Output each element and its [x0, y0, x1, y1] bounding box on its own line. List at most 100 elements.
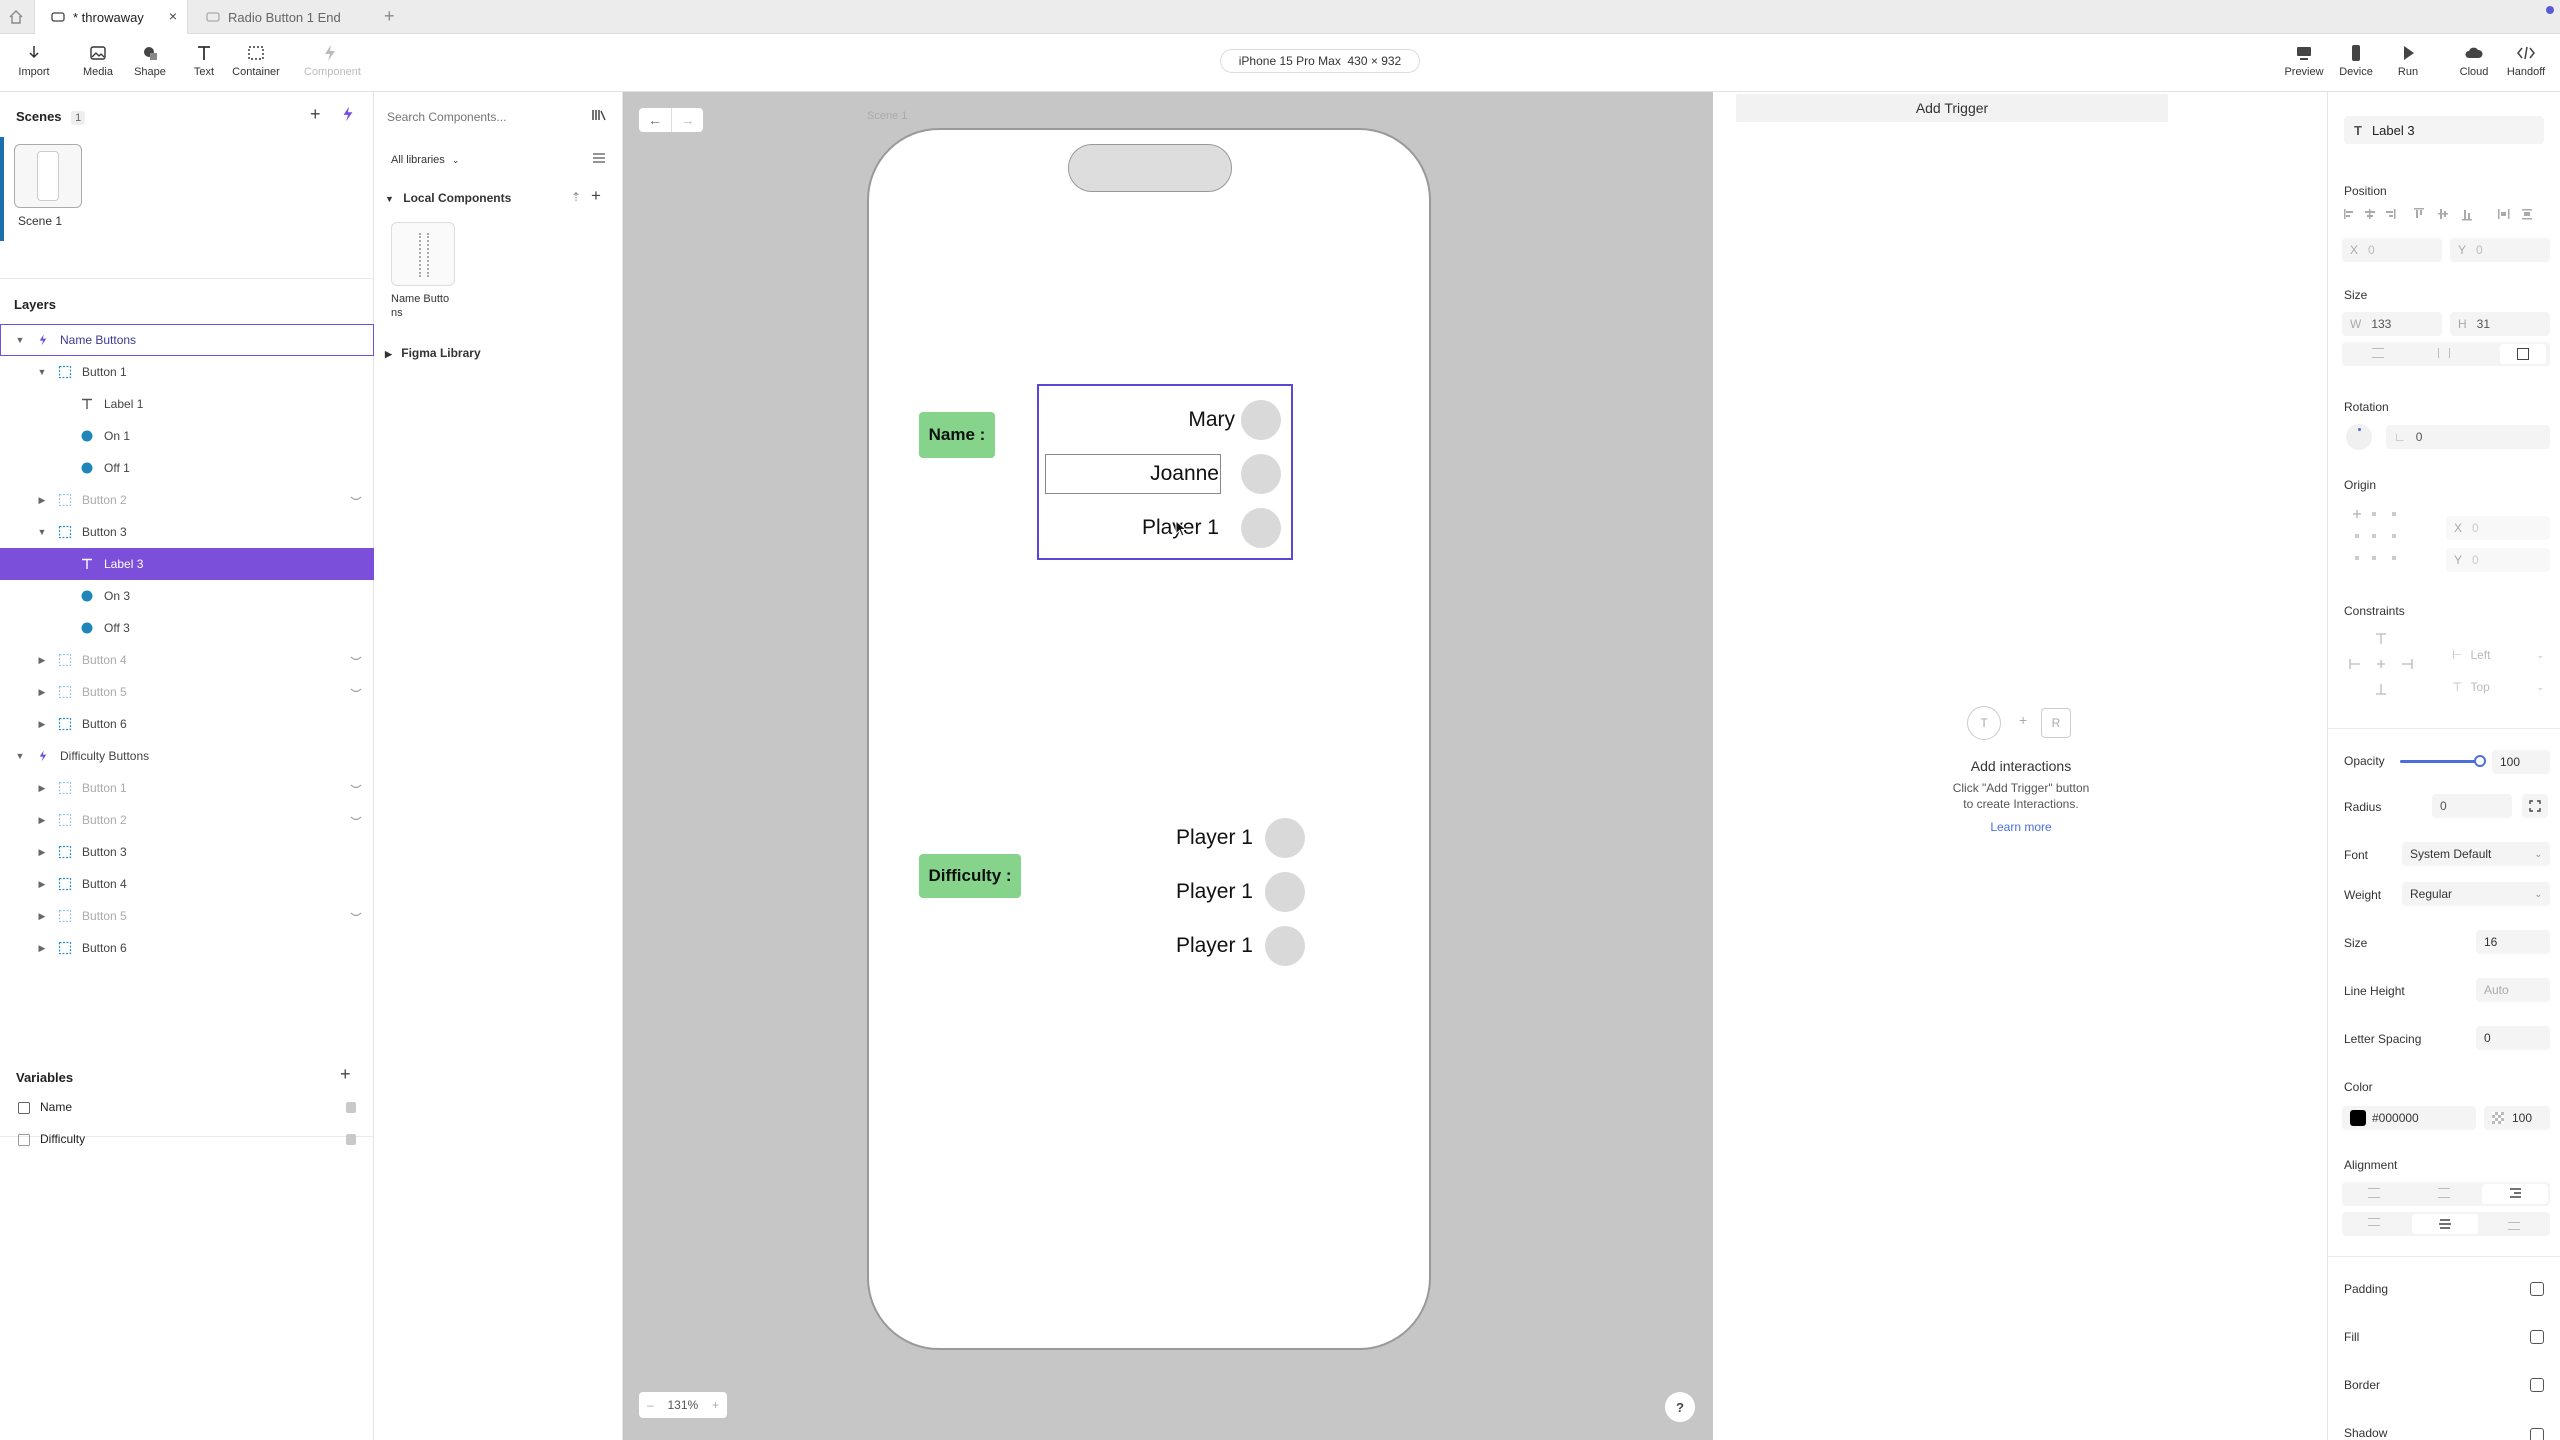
- layer-row[interactable]: ▶ Button 2: [0, 804, 374, 836]
- align-toolbar[interactable]: [2342, 206, 2550, 222]
- chevron-right-icon[interactable]: ▶: [36, 654, 48, 666]
- hidden-eye-icon[interactable]: [350, 815, 362, 823]
- padding-checkbox[interactable]: [2530, 1282, 2544, 1296]
- letter-spacing-field[interactable]: 0: [2476, 1026, 2550, 1050]
- library-filter[interactable]: All libraries ⌄: [391, 154, 459, 166]
- new-tab-icon[interactable]: +: [384, 6, 395, 27]
- zoom-in-button[interactable]: +: [712, 1398, 719, 1412]
- chevron-down-icon[interactable]: ▼: [14, 750, 26, 762]
- add-trigger-button[interactable]: Add Trigger: [1736, 94, 2168, 122]
- device-selector[interactable]: iPhone 15 Pro Max 430 × 932: [1220, 49, 1420, 73]
- delete-icon[interactable]: [346, 1134, 356, 1145]
- add-component-icon[interactable]: +: [591, 186, 601, 206]
- layer-row[interactable]: ▶ Button 6: [0, 932, 374, 964]
- layer-row[interactable]: Off 1: [0, 452, 374, 484]
- run-button[interactable]: Run: [2382, 44, 2434, 78]
- layer-row[interactable]: ▶ Button 2: [0, 484, 374, 516]
- align-left-icon[interactable]: [2368, 1188, 2380, 1198]
- canvas[interactable]: ← → Scene 1 Name : Mary Joanne Player 1: [623, 92, 1713, 1440]
- figma-library-header[interactable]: ▶ Figma Library: [385, 346, 481, 360]
- variable-row-difficulty[interactable]: Difficulty: [0, 1124, 374, 1156]
- preview-button[interactable]: Preview: [2278, 44, 2330, 78]
- add-variable-icon[interactable]: +: [340, 1064, 351, 1085]
- layer-row[interactable]: Label 1: [0, 388, 374, 420]
- origin-x-field[interactable]: X0: [2446, 516, 2550, 540]
- forward-button[interactable]: →: [671, 108, 703, 132]
- fill-icon[interactable]: [2438, 348, 2450, 358]
- layer-row[interactable]: Off 3: [0, 612, 374, 644]
- hidden-eye-icon[interactable]: [350, 911, 362, 919]
- opacity-slider-thumb[interactable]: [2474, 755, 2486, 767]
- media-button[interactable]: Media: [72, 44, 124, 78]
- container-button[interactable]: Container: [230, 44, 282, 78]
- chevron-right-icon[interactable]: ▶: [36, 878, 48, 890]
- position-y-field[interactable]: Y0: [2450, 238, 2550, 262]
- scene-flow-icon[interactable]: [340, 106, 356, 122]
- name-option-row[interactable]: Player 1: [1045, 506, 1285, 550]
- delete-icon[interactable]: [346, 1102, 356, 1113]
- variable-row-name[interactable]: Name: [0, 1092, 374, 1124]
- chevron-down-icon[interactable]: ▼: [36, 366, 48, 378]
- chevron-right-icon[interactable]: ▶: [36, 942, 48, 954]
- radio-off-circle[interactable]: [1265, 818, 1305, 858]
- constraints-widget[interactable]: [2348, 632, 2414, 696]
- sizing-mode-toggle[interactable]: [2342, 342, 2550, 366]
- layer-row[interactable]: ▶ Button 4: [0, 644, 374, 676]
- layer-row[interactable]: ▶ Button 5: [0, 900, 374, 932]
- independent-corners-icon[interactable]: [2522, 794, 2548, 818]
- chevron-right-icon[interactable]: ▶: [36, 686, 48, 698]
- color-opacity-field[interactable]: 100: [2484, 1106, 2550, 1130]
- import-button[interactable]: Import: [8, 44, 60, 78]
- local-components-header[interactable]: ▼ Local Components: [385, 191, 511, 205]
- layer-row[interactable]: On 1: [0, 420, 374, 452]
- difficulty-option-row[interactable]: Player 1: [1109, 924, 1309, 968]
- radius-field[interactable]: 0: [2432, 794, 2512, 818]
- zoom-level[interactable]: 131%: [667, 1398, 698, 1412]
- layer-row[interactable]: ▼ Difficulty Buttons: [0, 740, 374, 772]
- chevron-right-icon[interactable]: ▶: [36, 910, 48, 922]
- chevron-right-icon[interactable]: ▶: [36, 782, 48, 794]
- chevron-right-icon[interactable]: ▶: [36, 718, 48, 730]
- radio-off-circle[interactable]: [1265, 926, 1305, 966]
- layer-row[interactable]: ▶ Button 5: [0, 676, 374, 708]
- scene-thumbnail[interactable]: [14, 144, 82, 208]
- difficulty-option-row[interactable]: Player 1: [1109, 870, 1309, 914]
- zoom-out-button[interactable]: –: [647, 1398, 654, 1412]
- opacity-slider-track[interactable]: [2400, 755, 2486, 767]
- constraint-horizontal-select[interactable]: ⊢ Left ⌄: [2446, 644, 2550, 666]
- list-view-icon[interactable]: [591, 152, 607, 166]
- rotation-field[interactable]: ∟ 0: [2386, 425, 2550, 449]
- layer-row[interactable]: ▼ Button 3: [0, 516, 374, 548]
- device-button[interactable]: Device: [2330, 44, 2382, 78]
- tab-throwaway[interactable]: * throwaway ×: [34, 0, 188, 34]
- hug-icon[interactable]: [2372, 348, 2384, 358]
- origin-grid[interactable]: [2350, 508, 2400, 564]
- text-button[interactable]: Text: [178, 44, 230, 78]
- difficulty-label-chip[interactable]: Difficulty :: [919, 854, 1021, 898]
- weight-select[interactable]: Regular ⌄: [2402, 882, 2550, 906]
- width-field[interactable]: W 133: [2342, 312, 2442, 336]
- font-size-field[interactable]: 16: [2476, 930, 2550, 954]
- color-swatch[interactable]: [2350, 1110, 2366, 1126]
- search-components-input[interactable]: [387, 106, 577, 128]
- rotation-dial[interactable]: [2346, 424, 2372, 450]
- layer-row[interactable]: ▼ Name Buttons: [0, 324, 374, 356]
- layer-row[interactable]: ▶ Button 1: [0, 772, 374, 804]
- radio-off-circle[interactable]: [1265, 872, 1305, 912]
- difficulty-option-row[interactable]: Player 1: [1109, 816, 1309, 860]
- radio-off-circle[interactable]: [1241, 454, 1281, 494]
- origin-y-field[interactable]: Y0: [2446, 548, 2550, 572]
- hidden-eye-icon[interactable]: [350, 687, 362, 695]
- layer-row[interactable]: ▼ Button 1: [0, 356, 374, 388]
- chevron-down-icon[interactable]: ▼: [14, 334, 26, 346]
- radio-off-circle[interactable]: [1241, 508, 1281, 548]
- radio-off-circle[interactable]: [1241, 400, 1281, 440]
- fill-checkbox[interactable]: [2530, 1330, 2544, 1344]
- cloud-button[interactable]: Cloud: [2448, 44, 2500, 78]
- close-icon[interactable]: ×: [169, 8, 177, 24]
- chevron-right-icon[interactable]: ▶: [36, 494, 48, 506]
- add-scene-icon[interactable]: +: [310, 104, 321, 125]
- chevron-down-icon[interactable]: ▼: [36, 526, 48, 538]
- opacity-field[interactable]: 100: [2492, 750, 2550, 774]
- name-label-chip[interactable]: Name :: [919, 412, 995, 458]
